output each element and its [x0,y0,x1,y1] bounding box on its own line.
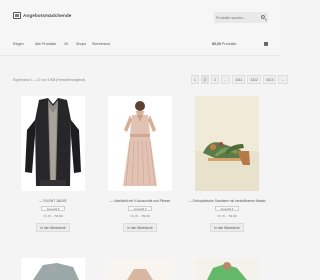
old-price: 99,95 [217,214,226,218]
page-link[interactable]: 4312 [247,75,261,84]
old-price: 99,95 [43,214,52,218]
add-to-cart-button[interactable]: In den Warenkorb [36,223,70,232]
variant-select[interactable]: Auswahl ▾ [128,206,152,211]
cart-amount: 80,00 [212,42,221,46]
nav-item-alle-produkte[interactable]: Alle Produkte [35,42,56,46]
page-link[interactable]: 3 [210,75,219,84]
product-title[interactable]: — Maxikleid mit V-Ausschnitt und Plissee [100,199,180,203]
product-price: 99,95 – 59,99 [43,214,63,218]
site-logo[interactable]: Angebotsmädchende [13,12,71,19]
product-title[interactable]: — FLIGHT JACKE [13,199,93,203]
product-image[interactable] [195,258,259,280]
sale-price: 59,99 [54,214,63,218]
product-title[interactable]: — Orthopädische Sandalen mit verstellbar… [187,199,267,203]
variant-select[interactable]: Auswahl ▾ [41,206,65,211]
product-image[interactable] [108,96,172,191]
cart-label: Produkte [222,42,237,46]
sale-price: 59,99 [228,214,237,218]
product-image[interactable] [21,258,85,280]
search-input[interactable] [216,14,252,21]
search-box [214,12,268,23]
product-price: 99,95 – 59,99 [217,214,237,218]
nav-item-29[interactable]: 29 [64,42,68,46]
results-count: Ergebnisse 1 – 12 von 1908 (Herstelleran… [13,78,86,82]
logo-text: Angebotsmädchende [23,13,72,18]
shopping-bag-icon[interactable] [264,42,268,46]
add-to-cart-button[interactable]: In den Warenkorb [123,223,157,232]
product-image[interactable] [21,96,85,191]
nav-item-regen[interactable]: Regen [13,42,24,46]
sale-price: 59,99 [141,214,150,218]
site-header: Angebotsmädchende [0,0,280,34]
page-ellipsis: … [220,75,231,84]
variant-select[interactable]: Auswahl ▾ [215,206,239,211]
search-icon[interactable] [261,15,265,19]
cart-summary[interactable]: 80,00 Produkte [212,42,236,46]
product-image[interactable] [108,258,172,280]
product-price: 99,95 – 59,99 [130,214,150,218]
nav-item-shops[interactable]: Shops [76,42,86,46]
next-page-link[interactable]: → [278,75,288,84]
pagination: 1 2 3 … 4311 4312 4313 → [191,75,288,84]
page-link[interactable]: 1 [191,75,199,84]
old-price: 99,95 [130,214,139,218]
logo-icon [13,12,21,19]
product-image[interactable] [195,96,259,191]
main-navigation: Regen Alle Produkte 29 Shops Storebrand … [0,34,280,56]
page-link[interactable]: 4313 [262,75,277,84]
page-link[interactable]: 4311 [232,75,246,84]
add-to-cart-button[interactable]: In den Warenkorb [210,223,244,232]
page-link[interactable]: 2 [200,75,209,84]
nav-item-storebrand[interactable]: Storebrand [92,42,110,46]
